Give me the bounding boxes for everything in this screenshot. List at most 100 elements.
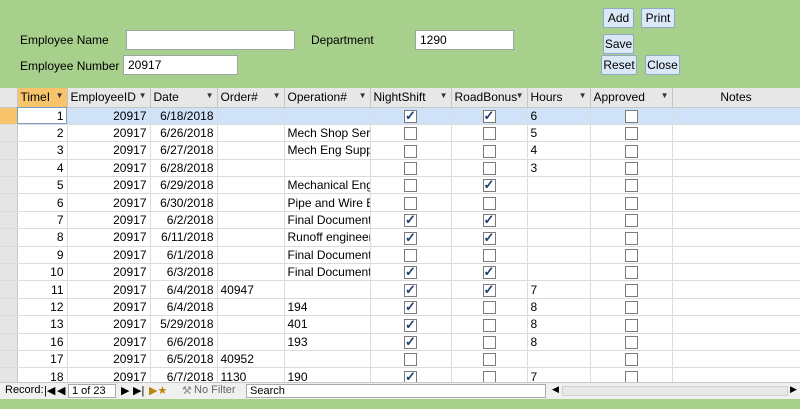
cell-nightshift[interactable] <box>370 367 452 382</box>
cell-date[interactable]: 6/1/2018 <box>150 246 218 265</box>
cell-roadbonus[interactable] <box>451 367 528 382</box>
search-input[interactable]: Search <box>246 384 546 398</box>
cell-date[interactable]: 6/4/2018 <box>150 280 218 299</box>
cell-order[interactable] <box>217 124 285 143</box>
roadbonus-checkbox[interactable] <box>482 264 496 280</box>
nightshift-checkbox[interactable] <box>404 317 417 332</box>
cell-approved[interactable] <box>590 263 673 282</box>
approved-checkbox[interactable] <box>624 214 638 228</box>
approved-checkbox[interactable] <box>624 370 638 382</box>
cell-timei[interactable]: 11 <box>17 280 68 299</box>
cell-order[interactable] <box>217 298 285 317</box>
cell-timei[interactable]: 10 <box>17 263 68 282</box>
cell-nightshift[interactable] <box>370 246 452 265</box>
roadbonus-checkbox[interactable] <box>482 370 496 382</box>
cell-date[interactable]: 6/4/2018 <box>150 298 218 317</box>
roadbonus-checkbox[interactable] <box>482 353 496 367</box>
table-row[interactable]: 5 20917 6/29/2018 Mechanical Eng <box>0 176 800 195</box>
cell-timei[interactable]: 1 <box>17 107 68 125</box>
cell-order[interactable] <box>217 211 285 230</box>
cell-employee-id[interactable]: 20917 <box>67 298 151 317</box>
cell-approved[interactable] <box>590 280 673 299</box>
column-header-approved[interactable]: Approved ▼ <box>590 88 673 108</box>
department-field[interactable]: 1290 <box>415 30 514 50</box>
cell-hours[interactable]: 5 <box>527 124 591 143</box>
employee-name-field[interactable] <box>126 30 295 50</box>
dropdown-arrow-icon[interactable]: ▼ <box>206 91 214 100</box>
add-button[interactable]: Add <box>603 8 634 28</box>
cell-roadbonus[interactable] <box>451 333 528 351</box>
table-row[interactable]: 11209176/4/201840947 7 <box>0 280 800 299</box>
nightshift-checkbox[interactable] <box>404 353 417 367</box>
print-button[interactable]: Print <box>641 8 675 28</box>
cell-roadbonus[interactable] <box>451 263 528 282</box>
save-button[interactable]: Save <box>603 34 634 54</box>
cell-nightshift[interactable] <box>370 228 452 247</box>
approved-checkbox[interactable] <box>624 318 638 332</box>
cell-employee-id[interactable]: 20917 <box>67 141 151 160</box>
table-row[interactable]: 6 20917 6/30/2018 Pipe and Wire E <box>0 193 800 212</box>
roadbonus-checkbox[interactable] <box>482 248 496 262</box>
record-selector[interactable] <box>0 367 18 382</box>
record-selector[interactable] <box>0 124 18 143</box>
cell-date[interactable]: 6/28/2018 <box>150 159 218 178</box>
cell-hours[interactable]: 7 <box>527 280 591 299</box>
cell-nightshift[interactable] <box>370 141 452 160</box>
cell-notes[interactable] <box>672 298 800 317</box>
approved-checkbox[interactable] <box>624 144 638 158</box>
cell-timei[interactable]: 12 <box>17 298 68 317</box>
cell-notes[interactable] <box>672 333 800 351</box>
roadbonus-checkbox[interactable] <box>482 108 496 123</box>
cell-nightshift[interactable] <box>370 124 452 143</box>
approved-checkbox[interactable] <box>624 231 638 245</box>
cell-operation[interactable]: 401 <box>284 315 371 334</box>
cell-order[interactable] <box>217 246 285 265</box>
cell-operation[interactable]: 190 <box>284 367 371 382</box>
cell-operation[interactable]: Mech Shop Serv <box>284 124 371 143</box>
approved-checkbox[interactable] <box>624 266 638 280</box>
scroll-right-icon[interactable]: ▶ <box>790 384 797 395</box>
approved-checkbox[interactable] <box>624 248 638 262</box>
cell-notes[interactable] <box>672 350 800 369</box>
cell-date[interactable]: 6/3/2018 <box>150 263 218 282</box>
cell-operation[interactable]: Runoff engineer <box>284 228 371 247</box>
cell-nightshift[interactable] <box>370 350 452 369</box>
cell-timei[interactable]: 5 <box>17 176 68 195</box>
cell-employee-id[interactable]: 20917 <box>67 124 151 143</box>
cell-timei[interactable]: 13 <box>17 315 68 334</box>
cell-nightshift[interactable] <box>370 107 452 125</box>
cell-date[interactable]: 6/5/2018 <box>150 350 218 369</box>
cell-roadbonus[interactable] <box>451 193 528 212</box>
cell-employee-id[interactable]: 20917 <box>67 263 151 282</box>
cell-employee-id[interactable]: 20917 <box>67 228 151 247</box>
cell-hours[interactable]: 7 <box>527 367 591 382</box>
cell-roadbonus[interactable] <box>451 107 528 125</box>
cell-hours[interactable] <box>527 193 591 212</box>
cell-operation[interactable]: Pipe and Wire E <box>284 193 371 212</box>
column-header-order[interactable]: Order# ▼ <box>217 88 285 108</box>
cell-employee-id[interactable]: 20917 <box>67 280 151 299</box>
cell-operation[interactable] <box>284 107 371 125</box>
cell-notes[interactable] <box>672 159 800 178</box>
cell-roadbonus[interactable] <box>451 211 528 230</box>
cell-nightshift[interactable] <box>370 315 452 334</box>
approved-checkbox[interactable] <box>624 196 638 210</box>
cell-employee-id[interactable]: 20917 <box>67 193 151 212</box>
cell-nightshift[interactable] <box>370 176 452 195</box>
cell-employee-id[interactable]: 20917 <box>67 333 151 351</box>
cell-notes[interactable] <box>672 263 800 282</box>
nightshift-checkbox[interactable] <box>404 108 417 123</box>
cell-timei[interactable]: 9 <box>17 246 68 265</box>
cell-timei[interactable]: 3 <box>17 141 68 160</box>
reset-button[interactable]: Reset <box>601 55 637 75</box>
cell-notes[interactable] <box>672 367 800 382</box>
cell-date[interactable]: 6/26/2018 <box>150 124 218 143</box>
cell-order[interactable]: 1130 <box>217 367 285 382</box>
employee-number-field[interactable]: 20917 <box>123 55 238 75</box>
column-header-roadbonus[interactable]: RoadBonus ▼ <box>451 88 528 108</box>
cell-timei[interactable]: 8 <box>17 228 68 247</box>
cell-approved[interactable] <box>590 193 673 212</box>
cell-hours[interactable]: 8 <box>527 298 591 317</box>
cell-timei[interactable]: 18 <box>17 367 68 382</box>
dropdown-arrow-icon[interactable]: ▼ <box>139 91 147 100</box>
